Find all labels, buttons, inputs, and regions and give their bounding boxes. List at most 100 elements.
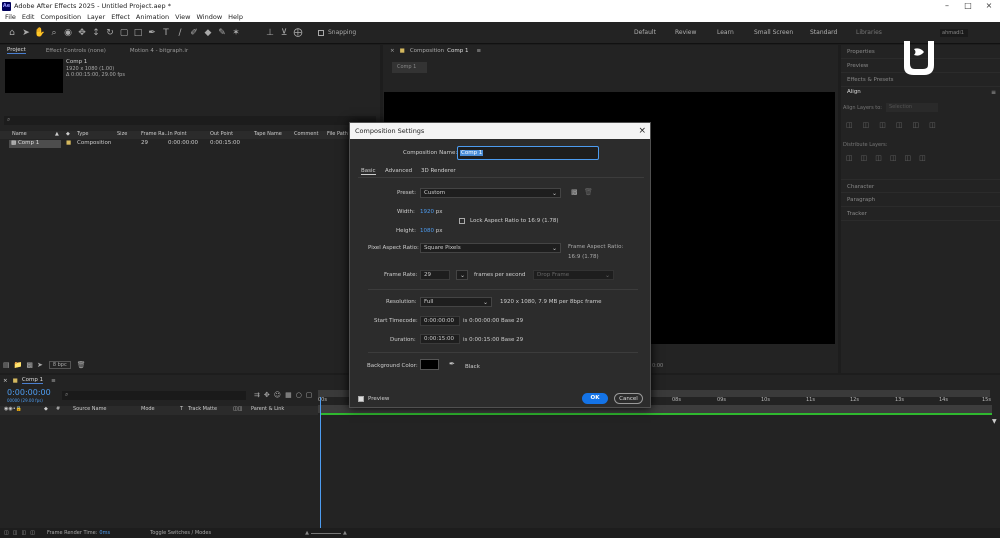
minimize-icon[interactable]: – [937,0,957,12]
lock-aspect-checkbox[interactable] [459,218,465,224]
roto-tool-icon[interactable]: ✎ [216,27,228,39]
selection-tool-icon[interactable]: ➤ [20,27,32,39]
align-target-select[interactable]: Selection [886,103,938,112]
resolution-select[interactable]: Full ⌄ [420,297,492,307]
align-top-icon[interactable]: ◫ [896,121,903,129]
frame-blending-icon[interactable]: ▦ [285,391,292,399]
height-field[interactable]: 1080 px [420,228,443,234]
snapping-checkbox[interactable] [318,29,324,36]
project-search-input[interactable]: ⌕ [4,116,376,125]
shy-icon[interactable]: ☺ [274,391,281,399]
timeline-tab[interactable]: × ■ Comp 1 ≡ [3,377,56,384]
tab-effect-controls[interactable]: Effect Controls (none) [46,48,106,54]
axis-world-icon[interactable]: ⊻ [278,27,290,39]
duration-input[interactable]: 0:00:15:00 [420,334,460,344]
anchor-tool-icon[interactable]: ▢ [118,27,130,39]
label-col-icon[interactable]: ◆ [44,406,48,412]
rectangle-tool-icon[interactable]: □ [132,27,144,39]
ok-button[interactable]: OK [582,393,608,404]
width-field[interactable]: 1920 px [420,209,443,215]
puppet-tool-icon[interactable]: ✶ [230,27,242,39]
start-timecode-input[interactable]: 0:00:00:00 [420,316,460,326]
interpret-footage-icon[interactable]: ▤ [3,361,10,369]
layer-number-col[interactable]: # [56,406,60,412]
new-comp-icon[interactable]: ▩ [26,361,33,369]
label-icon[interactable]: ◆ [66,131,70,137]
motion-blur-icon[interactable]: ○ [296,391,302,399]
menu-window[interactable]: Window [197,13,223,21]
timeline-tab-label[interactable]: Comp 1 [21,377,44,384]
toggle-transfer-icon[interactable]: ◫ [13,530,18,536]
tab-3d-renderer[interactable]: 3D Renderer [421,168,456,174]
col-in-point[interactable]: In Point [168,131,187,137]
maximize-icon[interactable]: □ [958,0,978,12]
row-name-cell[interactable]: ▩ Comp 1 [9,140,61,148]
bg-color-swatch[interactable] [420,359,439,370]
playhead[interactable] [320,397,321,528]
align-hcenter-icon[interactable]: ◫ [863,121,870,129]
close-tab-icon[interactable]: × [390,48,395,54]
hand-tool-icon[interactable]: ✋ [34,27,46,39]
bpc-button[interactable]: 8 bpc [48,361,71,369]
workspace-user[interactable]: ahmadi1 [940,29,968,37]
type-tool-icon[interactable]: T [160,27,172,39]
mode-col[interactable]: Mode [141,406,155,412]
timeline-menu-icon[interactable]: ≡ [51,378,56,384]
dolly-tool-icon[interactable]: ↕ [90,27,102,39]
composition-tab-comp[interactable]: Comp 1 [447,48,468,54]
timeline-timecode[interactable]: 0:00:00:00 [7,388,51,397]
tab-basic[interactable]: Basic [361,168,376,175]
workspace-default[interactable]: Default [634,22,656,44]
axis-view-icon[interactable]: ⨁ [292,27,304,39]
pen-tool-icon[interactable]: ✒ [146,27,158,39]
source-name-col[interactable]: Source Name [73,406,107,412]
drop-frame-select[interactable]: Drop Frame ⌄ [533,270,614,280]
workspace-review[interactable]: Review [675,22,696,44]
close-timeline-icon[interactable]: × [3,378,8,384]
draft-3d-icon[interactable]: ✥ [264,391,270,399]
character-panel[interactable]: Character [841,179,1000,193]
toggle-in-out-icon[interactable]: ◫ [21,530,26,536]
toggle-render-time-icon[interactable]: ◫ [30,530,35,536]
comp-button-icon[interactable]: ▼ [992,418,997,425]
par-select[interactable]: Square Pixels ⌄ [420,243,561,253]
t-col[interactable]: T [180,406,183,412]
menu-help[interactable]: Help [228,13,243,21]
orbit-tool-icon[interactable]: ◉ [62,27,74,39]
timeline-search-input[interactable]: ⌕ [62,391,246,400]
align-bottom-icon[interactable]: ◫ [929,121,936,129]
comp-mini-flowchart-icon[interactable]: ⇉ [254,391,260,399]
close-window-icon[interactable]: × [979,0,999,12]
comp-breadcrumb[interactable]: Comp 1 [392,62,427,73]
col-tape-name[interactable]: Tape Name [254,131,282,137]
col-comment[interactable]: Comment [294,131,319,137]
save-preset-icon[interactable]: ▩ [571,188,578,196]
tab-motion[interactable]: Motion 4 - bitgraph.ir [130,48,188,54]
tab-project[interactable]: Project [7,47,26,54]
paragraph-panel[interactable]: Paragraph [841,193,1000,207]
viewer-timecode[interactable]: 0:00 [652,363,663,369]
distribute-left-icon[interactable]: ◫ [890,154,897,162]
align-right-icon[interactable]: ◫ [879,121,886,129]
align-vcenter-icon[interactable]: ◫ [913,121,920,129]
delete-preset-icon[interactable]: 🗑 [584,188,593,196]
workspace-libraries[interactable]: Libraries [856,22,882,44]
frame-rate-input[interactable]: 29 [420,270,450,280]
dialog-close-icon[interactable]: × [638,123,646,139]
menu-view[interactable]: View [175,13,190,21]
brush-tool-icon[interactable]: ∕ [174,27,186,39]
parent-link-col[interactable]: Parent & Link [251,406,284,412]
col-size[interactable]: Size [117,131,127,137]
preview-checkbox[interactable] [358,396,364,402]
align-menu-icon[interactable]: ≡ [991,89,996,96]
trash-icon[interactable]: 🗑 [77,361,86,369]
comp-name-field[interactable]: Comp 1 [457,146,599,160]
zoom-out-icon[interactable]: ▲ [305,530,309,536]
col-type[interactable]: Type [77,131,88,137]
col-file-path[interactable]: File Path [327,131,348,137]
new-folder-icon[interactable]: 📁 [14,361,23,369]
frame-rate-dropdown[interactable]: ⌄ [456,270,468,280]
home-icon[interactable]: ⌂ [6,27,18,39]
sort-icon[interactable]: ▲ [55,131,59,137]
toggle-switches-modes[interactable]: Toggle Switches / Modes [150,530,211,536]
